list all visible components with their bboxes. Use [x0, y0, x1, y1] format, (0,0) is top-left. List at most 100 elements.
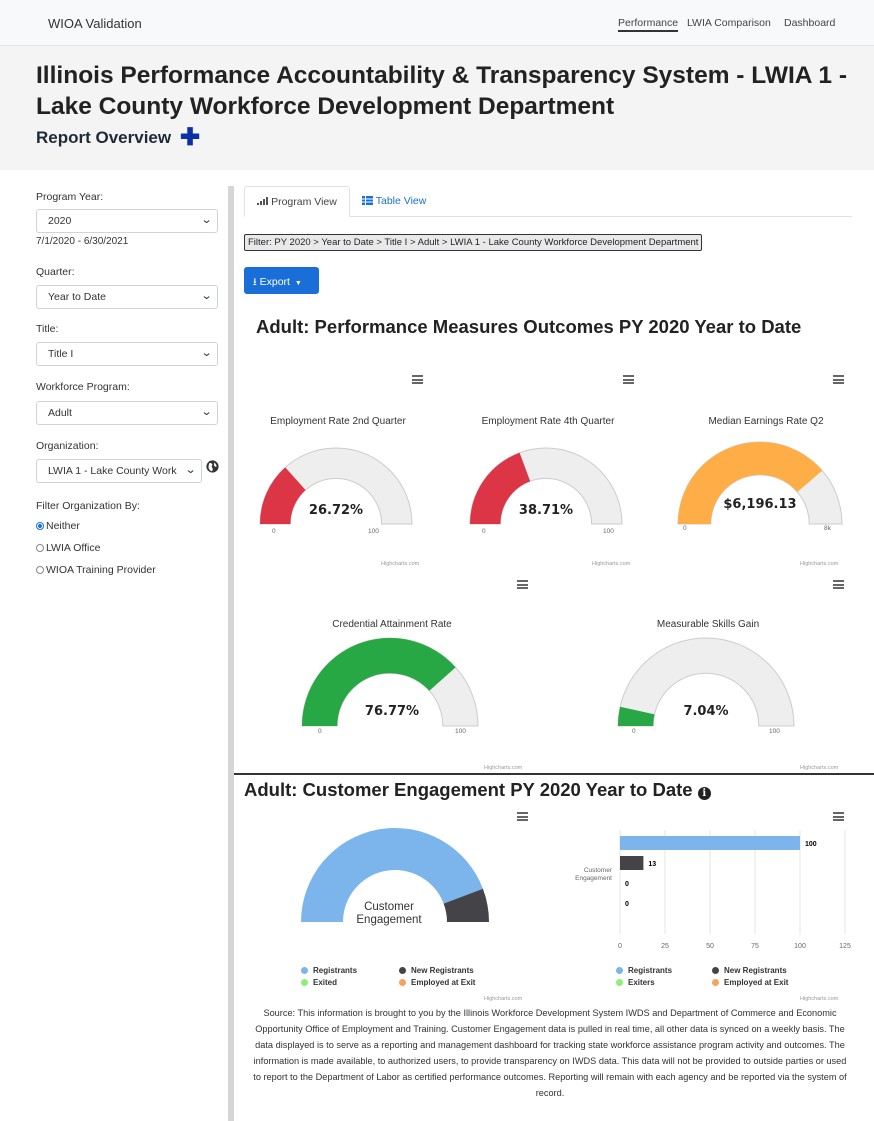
chart-menu-icon[interactable] — [517, 580, 528, 589]
gauge-value: 76.77% — [364, 704, 420, 719]
chevron-down-icon: ⌄ — [200, 406, 213, 418]
legend-dot — [399, 979, 406, 986]
highcharts-credit[interactable]: Highcharts.com — [800, 765, 838, 771]
radio-dot — [36, 566, 44, 574]
tab-program-view-label: Program View — [271, 196, 337, 208]
chart-menu-icon[interactable] — [833, 812, 844, 821]
gauge-title: Credential Attainment Rate — [332, 619, 452, 630]
sidebar-divider — [228, 186, 234, 1121]
legend-item[interactable]: Registrants — [616, 966, 672, 975]
gauge-min: 0 — [272, 528, 276, 535]
legend-item[interactable]: Employed at Exit — [399, 978, 475, 987]
highcharts-credit[interactable]: Highcharts.com — [381, 561, 419, 567]
chart-menu-icon[interactable] — [833, 375, 844, 384]
workforce-program-label: Workforce Program: — [36, 381, 130, 393]
x-tick-label: 125 — [839, 943, 851, 950]
radio-lwia-office[interactable]: LWIA Office — [36, 542, 100, 554]
legend-dot — [712, 979, 719, 986]
legend-label: New Registrants — [411, 966, 474, 975]
bar-new-registrants — [620, 856, 644, 870]
program-year-select[interactable]: 2020 ⌄ — [36, 209, 218, 233]
gauge-value: 7.04% — [683, 704, 729, 719]
chevron-down-icon: ⌄ — [200, 290, 213, 302]
legend-item[interactable]: Registrants — [301, 966, 357, 975]
report-overview-title: Report Overview — [36, 128, 172, 147]
highcharts-credit[interactable]: Highcharts.com — [800, 996, 838, 1002]
workforce-program-select[interactable]: Adult ⌄ — [36, 401, 218, 425]
bar-chart-icon — [257, 197, 269, 205]
plus-icon[interactable]: ✚ — [180, 126, 200, 150]
workforce-program-value: Adult — [48, 407, 72, 419]
bar-data-label: 100 — [805, 841, 817, 848]
legend-label: Employed at Exit — [411, 978, 476, 987]
x-tick-label: 75 — [751, 943, 759, 950]
program-year-range: 7/1/2020 - 6/30/2021 — [36, 236, 129, 247]
radio-label: LWIA Office — [46, 542, 101, 554]
radio-wioa-training-provider[interactable]: WIOA Training Provider — [36, 564, 156, 576]
quarter-value: Year to Date — [48, 291, 106, 303]
title-label: Title: — [36, 323, 59, 335]
tab-program-view[interactable]: Program View — [244, 186, 350, 217]
highcharts-credit[interactable]: Highcharts.com — [592, 561, 630, 567]
legend-dot — [301, 967, 308, 974]
x-tick-label: 0 — [618, 943, 622, 950]
filter-organization-label: Filter Organization By: — [36, 500, 140, 512]
legend-dot — [616, 979, 623, 986]
gauge-min: 0 — [482, 528, 486, 535]
bar-data-label: 13 — [648, 861, 656, 868]
chart-menu-icon[interactable] — [412, 375, 423, 384]
chevron-down-icon: ⌄ — [200, 214, 213, 226]
legend-item[interactable]: Exited — [301, 978, 337, 987]
chart-menu-icon[interactable] — [517, 812, 528, 821]
page-title: Illinois Performance Accountability & Tr… — [36, 62, 847, 120]
nav-dashboard[interactable]: Dashboard — [784, 17, 835, 29]
performance-section-title: Adult: Performance Measures Outcomes PY … — [256, 316, 802, 337]
highcharts-credit[interactable]: Highcharts.com — [484, 765, 522, 771]
tab-table-view[interactable]: Table View — [362, 186, 426, 217]
download-icon: ⭳ — [253, 276, 257, 288]
legend-item[interactable]: Exiters — [616, 978, 655, 987]
gauge-min: 0 — [632, 728, 636, 735]
info-icon[interactable]: i — [697, 787, 711, 800]
chevron-down-icon: ⌄ — [184, 464, 197, 476]
x-tick-label: 100 — [794, 943, 806, 950]
bar-data-label: 0 — [625, 881, 629, 888]
chart-menu-icon[interactable] — [623, 375, 634, 384]
legend-dot — [301, 979, 308, 986]
radio-neither[interactable]: Neither — [36, 520, 80, 532]
y-category-label: Customer Engagement — [575, 867, 613, 882]
title-value: Title I — [48, 348, 74, 360]
nav-performance[interactable]: Performance — [618, 17, 679, 32]
gauge-value: $6,196.13 — [723, 497, 797, 512]
brand-label[interactable]: WIOA Validation — [48, 16, 142, 31]
gauge-chart — [677, 441, 843, 525]
bar-data-label: 0 — [625, 901, 629, 908]
engagement-title-text: Adult: Customer Engagement PY 2020 Year … — [244, 779, 693, 800]
quarter-select[interactable]: Year to Date ⌄ — [36, 285, 218, 309]
legend-label: New Registrants — [724, 966, 787, 975]
nav-lwia-comparison[interactable]: LWIA Comparison — [687, 17, 771, 29]
radio-label: WIOA Training Provider — [46, 564, 156, 576]
chart-menu-icon[interactable] — [833, 580, 844, 589]
legend-dot — [616, 967, 623, 974]
legend-label: Employed at Exit — [724, 978, 789, 987]
quarter-label: Quarter: — [36, 266, 75, 278]
gauge-max: 100 — [368, 528, 379, 535]
gauge-value: 26.72% — [308, 503, 364, 518]
legend-item[interactable]: New Registrants — [399, 966, 474, 975]
gauge-min: 0 — [318, 728, 322, 735]
legend-item[interactable]: Employed at Exit — [712, 978, 788, 987]
legend-item[interactable]: New Registrants — [712, 966, 787, 975]
globe-icon[interactable] — [206, 460, 219, 473]
gauge-max: 100 — [769, 728, 780, 735]
export-button[interactable]: ⭳ Export ▼ — [244, 267, 319, 294]
gauge-max: 100 — [455, 728, 466, 735]
highcharts-credit[interactable]: Highcharts.com — [800, 561, 838, 567]
program-year-value: 2020 — [48, 215, 72, 227]
top-navbar: WIOA Validation Performance LWIA Compari… — [0, 0, 874, 46]
x-tick-label: 50 — [706, 943, 714, 950]
title-select[interactable]: Title I ⌄ — [36, 342, 218, 366]
gauge-title: Median Earnings Rate Q2 — [708, 416, 824, 427]
organization-select[interactable]: LWIA 1 - Lake County Work ⌄ — [36, 459, 202, 483]
highcharts-credit[interactable]: Highcharts.com — [484, 996, 522, 1002]
